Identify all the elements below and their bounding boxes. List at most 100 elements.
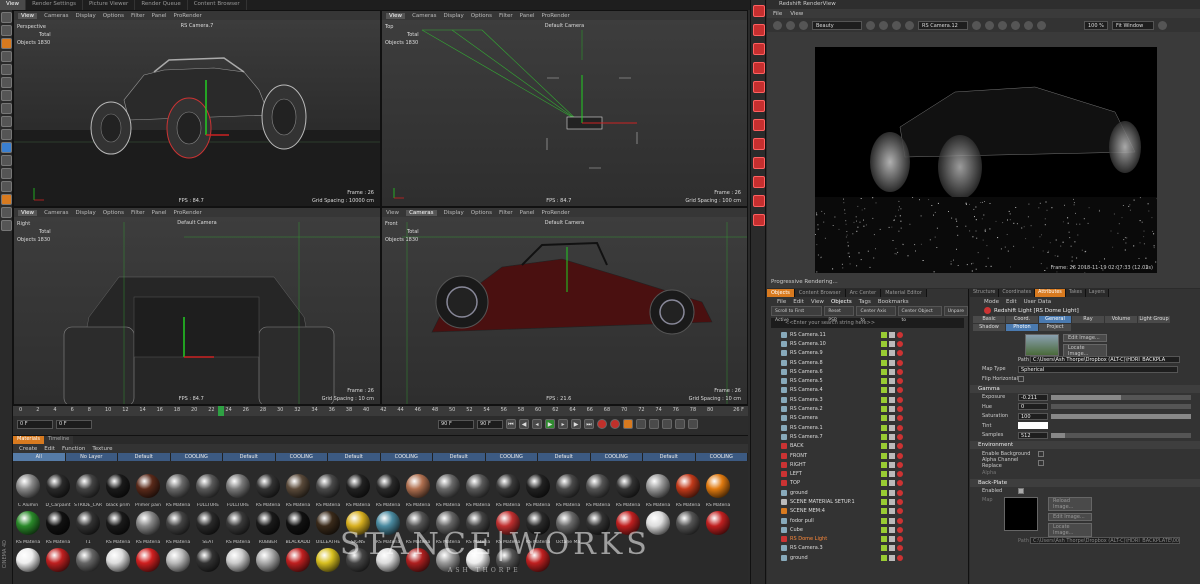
- channel-icon[interactable]: [866, 20, 875, 30]
- record-icon[interactable]: [597, 419, 607, 429]
- visibility-icon[interactable]: [889, 415, 895, 422]
- fit-dropdown[interactable]: Fit Window: [1112, 20, 1154, 30]
- refresh-icon[interactable]: [998, 20, 1007, 30]
- material-swatch[interactable]: [673, 509, 703, 546]
- material-layer-tab[interactable]: No Layer: [65, 453, 118, 461]
- timeline-ruler[interactable]: 26 F 0 2 4 6 8 10 12 14 16 18 20 22 24 26 28 30 32 34 36 38…: [13, 406, 748, 416]
- visibility-icon[interactable]: [889, 350, 895, 357]
- layer-color-icon[interactable]: [881, 517, 887, 524]
- material-swatch[interactable]: RS Materia: [433, 472, 463, 509]
- vp-menu-prorender[interactable]: ProRender: [542, 210, 570, 216]
- vp-menu-filter[interactable]: Filter: [131, 13, 145, 19]
- object-row[interactable]: BACK: [767, 442, 968, 451]
- edges-mode-icon[interactable]: [1, 77, 12, 88]
- enable-bg-checkbox[interactable]: [1038, 450, 1044, 457]
- object-row[interactable]: LEFT: [767, 469, 968, 478]
- layer-color-icon[interactable]: [881, 406, 887, 413]
- layer-color-icon[interactable]: [881, 387, 887, 394]
- object-row[interactable]: RS Camera.4: [767, 386, 968, 395]
- keyframe-icon[interactable]: [623, 419, 633, 429]
- vp-menu-prorender[interactable]: ProRender: [542, 13, 570, 19]
- object-row[interactable]: ground: [767, 553, 968, 562]
- vp-menu-cameras[interactable]: Cameras: [406, 209, 437, 216]
- material-swatch[interactable]: RS Materia: [13, 509, 43, 546]
- rs-light-icon[interactable]: [753, 43, 765, 55]
- attr-menu-user-data[interactable]: User Data: [1024, 299, 1051, 305]
- layer-color-icon[interactable]: [881, 340, 887, 347]
- checker-icon[interactable]: [1, 25, 12, 36]
- goto-end-icon[interactable]: ⏭: [584, 419, 594, 429]
- visibility-icon[interactable]: [889, 433, 895, 440]
- material-layer-tab[interactable]: Default: [328, 453, 381, 461]
- viewport-canvas[interactable]: [14, 217, 380, 404]
- tab-materials[interactable]: Materials: [13, 436, 44, 444]
- layer-color-icon[interactable]: [881, 443, 887, 450]
- material-swatch[interactable]: [703, 509, 733, 546]
- start-render-icon[interactable]: [786, 20, 795, 30]
- vp-menu-options[interactable]: Options: [471, 210, 492, 216]
- next-key-icon[interactable]: ▶: [571, 419, 581, 429]
- visibility-icon[interactable]: [889, 340, 895, 347]
- object-row[interactable]: RS Camera.10: [767, 339, 968, 348]
- material-swatch[interactable]: OILLEATHE: [313, 509, 343, 546]
- vp-menu-view[interactable]: View: [18, 12, 38, 19]
- tab-view[interactable]: View: [0, 0, 27, 10]
- alpha-replace-checkbox[interactable]: [1038, 460, 1044, 467]
- reset-psr-button[interactable]: Reset PSR: [824, 306, 855, 323]
- material-swatch[interactable]: [73, 546, 103, 583]
- object-row[interactable]: RS Camera.8: [767, 358, 968, 367]
- material-swatch[interactable]: RS Materia: [163, 472, 193, 509]
- rs-camera-icon[interactable]: [753, 24, 765, 36]
- locate-image-button-2[interactable]: Locate Image...: [1048, 523, 1092, 537]
- material-swatch[interactable]: RS Materia: [343, 472, 373, 509]
- vp-menu-cameras[interactable]: Cameras: [412, 13, 436, 19]
- playhead[interactable]: [218, 406, 224, 416]
- obj-menu-objects[interactable]: Objects: [831, 299, 852, 305]
- magnet-icon[interactable]: [1, 207, 12, 218]
- rs-tag-icon[interactable]: [897, 461, 903, 468]
- material-swatch[interactable]: [43, 546, 73, 583]
- material-layer-tab[interactable]: COOLING: [380, 453, 433, 461]
- material-layer-tab[interactable]: Default: [223, 453, 276, 461]
- visibility-icon[interactable]: [889, 424, 895, 431]
- visibility-icon[interactable]: [889, 554, 895, 561]
- subtab-volume[interactable]: Volume: [1105, 316, 1137, 323]
- visibility-icon[interactable]: [889, 517, 895, 524]
- solo-icon[interactable]: [1, 181, 12, 192]
- pin-icon[interactable]: [972, 20, 981, 30]
- play-icon[interactable]: ▶: [545, 419, 555, 429]
- visibility-icon[interactable]: [889, 508, 895, 515]
- rs-tag-icon[interactable]: [753, 214, 765, 226]
- material-swatch[interactable]: Primer pain: [133, 472, 163, 509]
- visibility-icon[interactable]: [889, 396, 895, 403]
- rs-tag-icon[interactable]: [897, 359, 903, 366]
- rs-tag-icon[interactable]: [897, 498, 903, 505]
- region-icon[interactable]: [1011, 20, 1020, 30]
- camera-dropdown[interactable]: RS Camera.12: [918, 20, 968, 30]
- tab-content-browser-2[interactable]: Content Browser: [794, 289, 846, 297]
- object-row[interactable]: RS Camera.7: [767, 432, 968, 441]
- tweak-mode-icon[interactable]: [1, 116, 12, 127]
- subtab-shadow[interactable]: Shadow: [973, 324, 1005, 331]
- rv-menu-file[interactable]: File: [773, 11, 782, 17]
- move-key-icon[interactable]: [636, 419, 646, 429]
- rs-tag-icon[interactable]: [897, 387, 903, 394]
- material-swatch[interactable]: FULLTURE: [223, 472, 253, 509]
- flip-checkbox[interactable]: [1018, 375, 1024, 382]
- obj-menu-view[interactable]: View: [811, 299, 824, 305]
- vp-menu-display[interactable]: Display: [76, 13, 96, 19]
- stop-render-icon[interactable]: [773, 20, 782, 30]
- rs-tag-icon[interactable]: [897, 443, 903, 450]
- tab-timeline[interactable]: Timeline: [43, 436, 74, 444]
- vp-menu-options[interactable]: Options: [103, 13, 124, 19]
- menu-create[interactable]: Create: [19, 446, 37, 452]
- object-search-input[interactable]: <<Enter your search string here>>: [771, 318, 964, 328]
- rs-tag-icon[interactable]: [897, 526, 903, 533]
- rs-dome-light-icon[interactable]: [753, 62, 765, 74]
- render-image[interactable]: Frame: 26 2018-11-19 02:07:33 (12.03s): [815, 47, 1157, 273]
- rotate-key-icon[interactable]: [649, 419, 659, 429]
- layer-color-icon[interactable]: [881, 331, 887, 338]
- vp-menu-cameras[interactable]: Cameras: [44, 13, 68, 19]
- subtab-ray[interactable]: Ray: [1072, 316, 1104, 323]
- hue-slider[interactable]: [1051, 404, 1191, 410]
